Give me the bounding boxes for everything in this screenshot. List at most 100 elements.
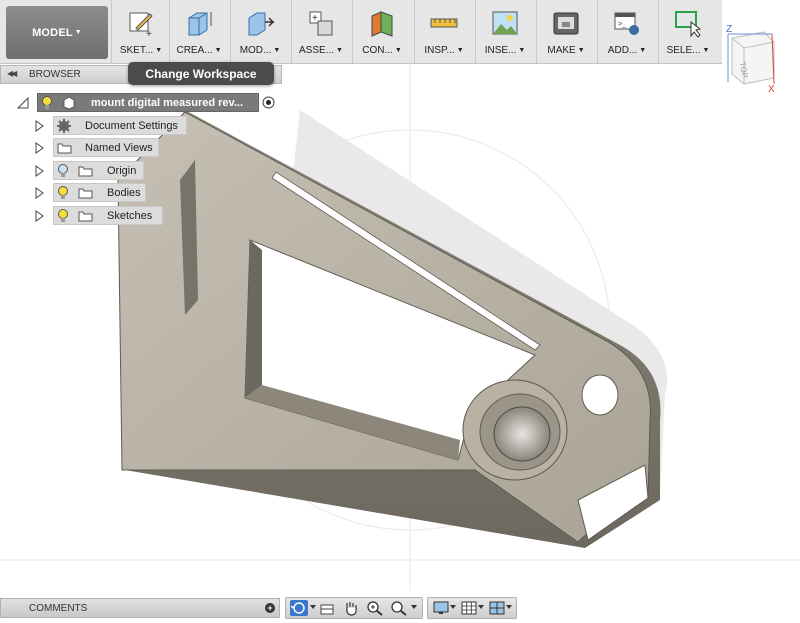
assemble-icon: + [309, 11, 333, 36]
toolbar-modify[interactable]: MOD... ▼ [230, 0, 289, 63]
toolbar-create-label: CREA... [176, 45, 213, 56]
display-toolbar [427, 597, 517, 619]
orbit-icon[interactable] [290, 600, 308, 616]
browser-item-named-views[interactable]: Named Views [0, 138, 200, 157]
comments-label: COMMENTS [29, 603, 88, 614]
insert-icon [492, 11, 518, 35]
chevron-down-icon[interactable] [411, 605, 417, 609]
expand-triangle-icon[interactable] [35, 165, 44, 177]
navigation-toolbar [285, 597, 423, 619]
browser-root-box[interactable]: mount digital measured rev... [37, 93, 259, 112]
toolbar-make[interactable]: MAKE ▼ [536, 0, 595, 63]
svg-text:>_: >_ [618, 21, 626, 28]
workspace-label: MODEL [32, 26, 73, 39]
toolbar-inspect[interactable]: INSP... ▼ [414, 0, 473, 63]
browser-item-label: Origin [107, 165, 137, 177]
svg-text:+: + [312, 13, 318, 24]
select-icon [675, 11, 702, 38]
browser-item-sketches[interactable]: Sketches [0, 206, 200, 225]
toolbar-insert[interactable]: INSE... ▼ [475, 0, 534, 63]
create-icon [188, 12, 212, 36]
chevron-down-icon: ▼ [518, 47, 526, 54]
chevron-down-icon: ▼ [577, 47, 585, 54]
toolbar-make-label: MAKE [547, 45, 576, 56]
axis-x-label: X [768, 84, 775, 94]
svg-text:+: + [146, 29, 152, 38]
workspace-button[interactable]: MODEL ▼ [6, 6, 108, 59]
toolbar-addins-label: ADD... [607, 45, 638, 56]
chevron-down-icon[interactable] [478, 605, 484, 609]
toolbar-inspect-label: INSP... [424, 45, 455, 56]
chevron-down-icon: ▼ [639, 47, 647, 54]
chevron-down-icon[interactable] [310, 605, 316, 609]
toolbar-modify-label: MOD... [239, 45, 272, 56]
chevron-down-icon[interactable] [506, 605, 512, 609]
browser-root-row[interactable]: mount digital measured rev... [0, 93, 282, 112]
addins-icon: >_ [614, 12, 639, 35]
construct-icon [371, 11, 393, 37]
browser-item-label: Named Views [85, 142, 153, 154]
comments-panel[interactable]: COMMENTS + [0, 598, 280, 618]
browser-item-label: Sketches [107, 210, 153, 222]
activate-radio-icon[interactable] [262, 96, 275, 109]
modify-icon [248, 12, 275, 36]
collapse-panel-icon[interactable]: ◀◀ [7, 69, 17, 78]
tooltip: Change Workspace [128, 62, 274, 85]
chevron-down-icon: ▼ [214, 47, 222, 54]
add-comment-icon[interactable]: + [265, 603, 275, 613]
folder-icon [78, 188, 93, 199]
browser-item-label: Document Settings [85, 120, 178, 132]
lightbulb-icon[interactable] [41, 96, 53, 110]
chevron-down-icon: ▼ [273, 47, 281, 54]
toolbar-assemble[interactable]: + ASSE... ▼ [291, 0, 350, 63]
folder-icon [78, 166, 93, 177]
toolbar-construct-label: CON... [362, 45, 393, 56]
lightbulb-icon[interactable] [57, 186, 69, 200]
toolbar-addins[interactable]: >_ ADD... ▼ [597, 0, 656, 63]
browser-item-bodies[interactable]: Bodies [0, 183, 200, 202]
browser-item-document-settings[interactable]: Document Settings [0, 116, 200, 135]
expand-triangle-icon[interactable] [35, 187, 44, 199]
chevron-down-icon[interactable] [450, 605, 456, 609]
expanded-triangle-icon[interactable] [17, 97, 29, 109]
browser-item-origin[interactable]: Origin [0, 161, 200, 180]
chevron-down-icon: ▼ [456, 47, 464, 54]
browser-title: BROWSER [29, 69, 81, 80]
lightbulb-icon[interactable] [57, 209, 69, 223]
folder-icon [78, 211, 93, 222]
make-icon [553, 12, 579, 35]
gear-icon [57, 119, 71, 133]
toolbar-sketch-label: SKET... [119, 45, 154, 56]
axis-z-label: Z [726, 24, 732, 35]
toolbar-create[interactable]: CREA... ▼ [169, 0, 228, 63]
chevron-down-icon: ▼ [702, 47, 710, 54]
toolbar-sketch[interactable]: + SKET... ▼ [111, 0, 170, 63]
viewports-icon[interactable] [488, 600, 506, 616]
chevron-down-icon: ▼ [74, 29, 82, 36]
chevron-down-icon: ▼ [336, 47, 343, 54]
toolbar-select[interactable]: SELE... ▼ [658, 0, 717, 63]
expand-triangle-icon[interactable] [35, 142, 44, 154]
browser-item-label: Bodies [107, 187, 141, 199]
inspect-icon [430, 18, 458, 28]
chevron-down-icon: ▼ [155, 47, 163, 54]
sketch-icon: + [129, 12, 153, 38]
look-at-icon[interactable] [318, 600, 336, 616]
grid-icon[interactable] [460, 600, 478, 616]
toolbar-assemble-label: ASSE... [299, 45, 335, 56]
pan-hand-icon[interactable] [342, 600, 360, 616]
expand-triangle-icon[interactable] [35, 120, 44, 132]
main-toolbar: MODEL ▼ + SKET... ▼ CREA... ▼ MOD... ▼ +… [0, 0, 722, 64]
zoom-icon[interactable] [366, 600, 384, 616]
fit-zoom-icon[interactable] [390, 600, 408, 616]
toolbar-construct[interactable]: CON... ▼ [352, 0, 411, 63]
expand-triangle-icon[interactable] [35, 210, 44, 222]
chevron-down-icon: ▼ [394, 47, 402, 54]
toolbar-select-label: SELE... [666, 45, 701, 56]
view-cube[interactable]: Z X TOP [722, 22, 786, 95]
folder-icon [57, 143, 72, 154]
small-hole [581, 374, 619, 416]
toolbar-insert-label: INSE... [484, 45, 517, 56]
lightbulb-off-icon[interactable] [57, 164, 69, 178]
display-settings-icon[interactable] [432, 600, 450, 616]
